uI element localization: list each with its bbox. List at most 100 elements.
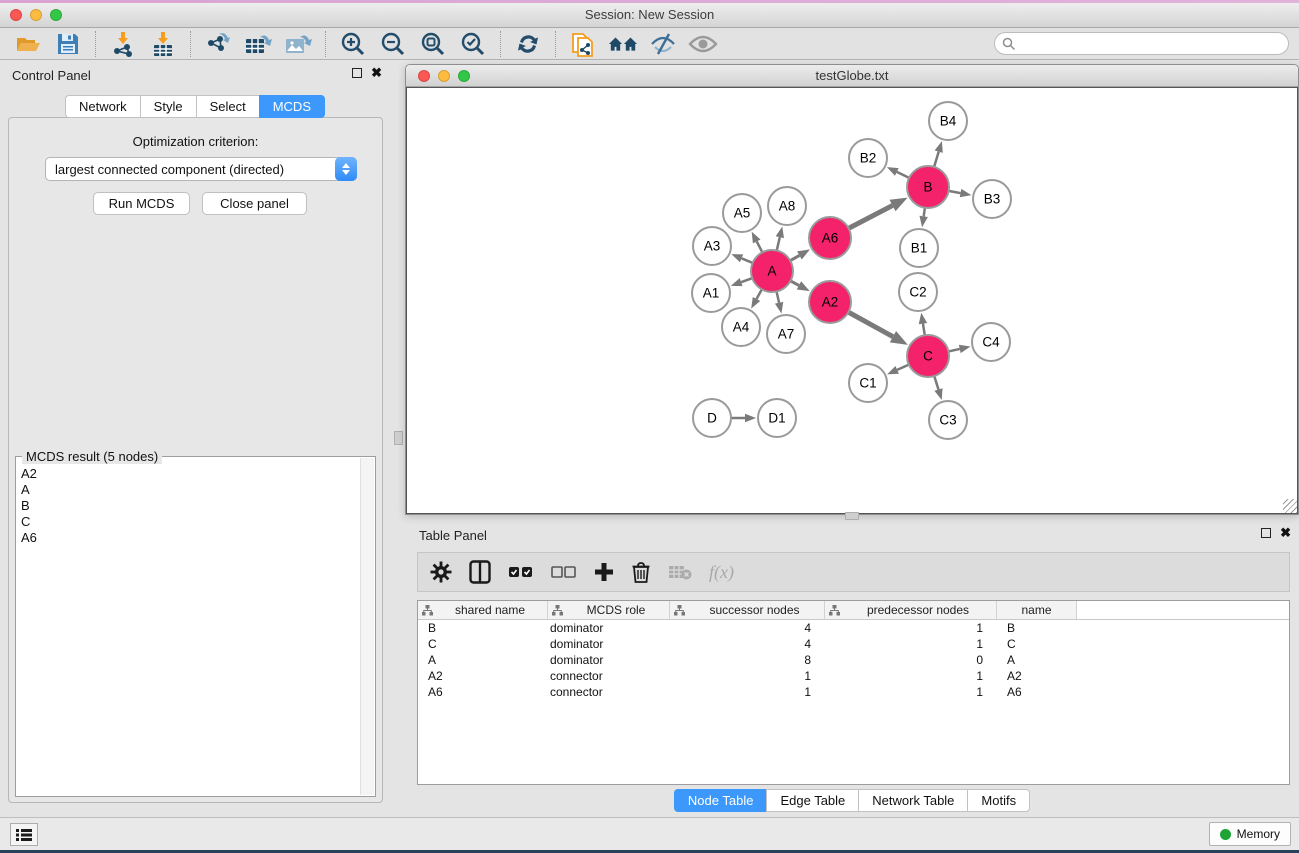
criterion-dropdown[interactable]: largest connected component (directed)	[45, 157, 357, 181]
clone-network-icon[interactable]	[568, 30, 598, 58]
result-scrollbar[interactable]	[360, 458, 374, 795]
zoom-in-icon[interactable]	[338, 30, 368, 58]
table-cell: 1	[825, 637, 997, 651]
import-table-icon[interactable]	[148, 30, 178, 58]
table-cell: A6	[418, 685, 548, 699]
table-tab-motifs[interactable]: Motifs	[967, 789, 1030, 812]
table-cell: A2	[997, 669, 1077, 683]
float-panel-icon[interactable]	[1261, 528, 1271, 538]
split-divider-handle[interactable]	[845, 512, 859, 520]
table-row[interactable]: A2connector11A2	[418, 668, 1289, 684]
node-label-C3: C3	[939, 413, 956, 428]
search-input[interactable]	[1016, 33, 1288, 54]
tab-select[interactable]: Select	[196, 95, 259, 118]
split-divider-handle[interactable]	[394, 431, 403, 445]
column-header-predecessor-nodes[interactable]: predecessor nodes	[825, 601, 997, 619]
run-mcds-button[interactable]: Run MCDS	[93, 192, 190, 215]
table-tab-network-table[interactable]: Network Table	[858, 789, 967, 812]
table-row[interactable]: Bdominator41B	[418, 620, 1289, 636]
table-row[interactable]: Adominator80A	[418, 652, 1289, 668]
tab-network[interactable]: Network	[65, 95, 140, 118]
result-item[interactable]: C	[17, 513, 360, 529]
gear-icon[interactable]	[430, 561, 452, 583]
toolbar-separator	[190, 31, 191, 57]
export-network-icon[interactable]	[203, 30, 233, 58]
add-icon[interactable]	[594, 562, 614, 582]
mcds-panel: Optimization criterion: largest connecte…	[8, 117, 383, 803]
arrowhead-icon	[919, 313, 927, 325]
export-image-icon[interactable]	[283, 30, 313, 58]
close-panel-icon[interactable]: ✖	[1280, 528, 1291, 538]
import-network-icon[interactable]	[108, 30, 138, 58]
network-graph[interactable]: B4B2BB3A5A8A6B1A3AC2A1A2A4A7C4CC1C3DD1	[407, 88, 1297, 513]
network-view-window[interactable]: testGlobe.txt B4B2BB3A5A8A6B1A3AC2A1A2A4…	[405, 64, 1299, 515]
table-cell: 4	[670, 637, 825, 651]
delete-table-icon[interactable]	[668, 564, 692, 580]
save-icon[interactable]	[53, 30, 83, 58]
hide-panel-icon[interactable]	[648, 30, 678, 58]
column-header-name[interactable]: name	[997, 601, 1077, 619]
table-row[interactable]: Cdominator41C	[418, 636, 1289, 652]
column-header-successor-nodes[interactable]: successor nodes	[670, 601, 825, 619]
zoom-out-icon[interactable]	[378, 30, 408, 58]
resize-grip-icon[interactable]	[1283, 499, 1297, 513]
show-all-views-icon[interactable]	[608, 30, 638, 58]
node-table[interactable]: shared name MCDS rolesuccessor nodesprede…	[417, 600, 1290, 785]
arrowhead-icon	[797, 249, 810, 259]
table-tabs: Node TableEdge TableNetwork TableMotifs	[405, 789, 1299, 812]
table-toolbar: f(x)	[417, 552, 1290, 592]
close-panel-button[interactable]: Close panel	[202, 192, 307, 215]
search-field[interactable]	[994, 32, 1289, 55]
column-header-shared-name[interactable]: shared name	[418, 601, 548, 619]
network-canvas[interactable]: B4B2BB3A5A8A6B1A3AC2A1A2A4A7C4CC1C3DD1	[406, 87, 1298, 514]
mcds-result-title: MCDS result (5 nodes)	[22, 449, 162, 464]
select-all-icon[interactable]	[508, 566, 534, 578]
table-tab-node-table[interactable]: Node Table	[674, 789, 767, 812]
table-row[interactable]: A6connector11A6	[418, 684, 1289, 700]
column-header-MCDS-role[interactable]: MCDS role	[548, 601, 670, 619]
table-tab-edge-table[interactable]: Edge Table	[766, 789, 858, 812]
app-titlebar[interactable]: Session: New Session	[0, 3, 1299, 28]
float-panel-icon[interactable]	[352, 68, 362, 78]
task-history-button[interactable]	[10, 823, 38, 846]
table-panel-title: Table Panel	[419, 528, 487, 543]
memory-label: Memory	[1237, 827, 1280, 841]
zoom-selected-icon[interactable]	[458, 30, 488, 58]
result-item[interactable]: A	[17, 481, 360, 497]
app-title: Session: New Session	[0, 7, 1299, 22]
table-cell: A6	[997, 685, 1077, 699]
result-item[interactable]: A2	[17, 465, 360, 481]
node-label-C: C	[923, 349, 933, 364]
column-header-label: MCDS role	[563, 603, 669, 617]
hierarchy-icon	[552, 605, 563, 616]
open-folder-icon[interactable]	[13, 30, 43, 58]
column-header-label: shared name	[433, 603, 547, 617]
trash-icon[interactable]	[631, 561, 651, 584]
node-label-B3: B3	[984, 192, 1001, 207]
eye-icon[interactable]	[688, 30, 718, 58]
zoom-fit-icon[interactable]	[418, 30, 448, 58]
result-item[interactable]: A6	[17, 529, 360, 545]
mcds-result-list[interactable]: A2ABCA6	[17, 465, 360, 795]
table-body[interactable]: Bdominator41BCdominator41CAdominator80AA…	[418, 620, 1289, 700]
tab-mcds[interactable]: MCDS	[259, 95, 325, 118]
arrowhead-icon	[887, 366, 899, 374]
column-view-icon[interactable]	[469, 560, 491, 584]
function-builder-icon[interactable]: f(x)	[709, 562, 734, 583]
dropdown-stepper-icon	[335, 157, 357, 181]
refresh-layout-icon[interactable]	[513, 30, 543, 58]
table-cell: A	[418, 653, 548, 667]
tab-style[interactable]: Style	[140, 95, 196, 118]
export-table-icon[interactable]	[243, 30, 273, 58]
table-cell: 1	[825, 621, 997, 635]
search-icon	[1002, 37, 1016, 51]
deselect-all-icon[interactable]	[551, 566, 577, 578]
result-item[interactable]: B	[17, 497, 360, 513]
table-panel-header: Table Panel ✖	[405, 522, 1299, 546]
memory-button[interactable]: Memory	[1209, 822, 1291, 846]
toolbar-separator	[555, 31, 556, 57]
network-window-titlebar[interactable]: testGlobe.txt	[406, 65, 1298, 87]
close-panel-icon[interactable]: ✖	[371, 68, 382, 78]
table-cell: 8	[670, 653, 825, 667]
node-label-A7: A7	[778, 327, 795, 342]
